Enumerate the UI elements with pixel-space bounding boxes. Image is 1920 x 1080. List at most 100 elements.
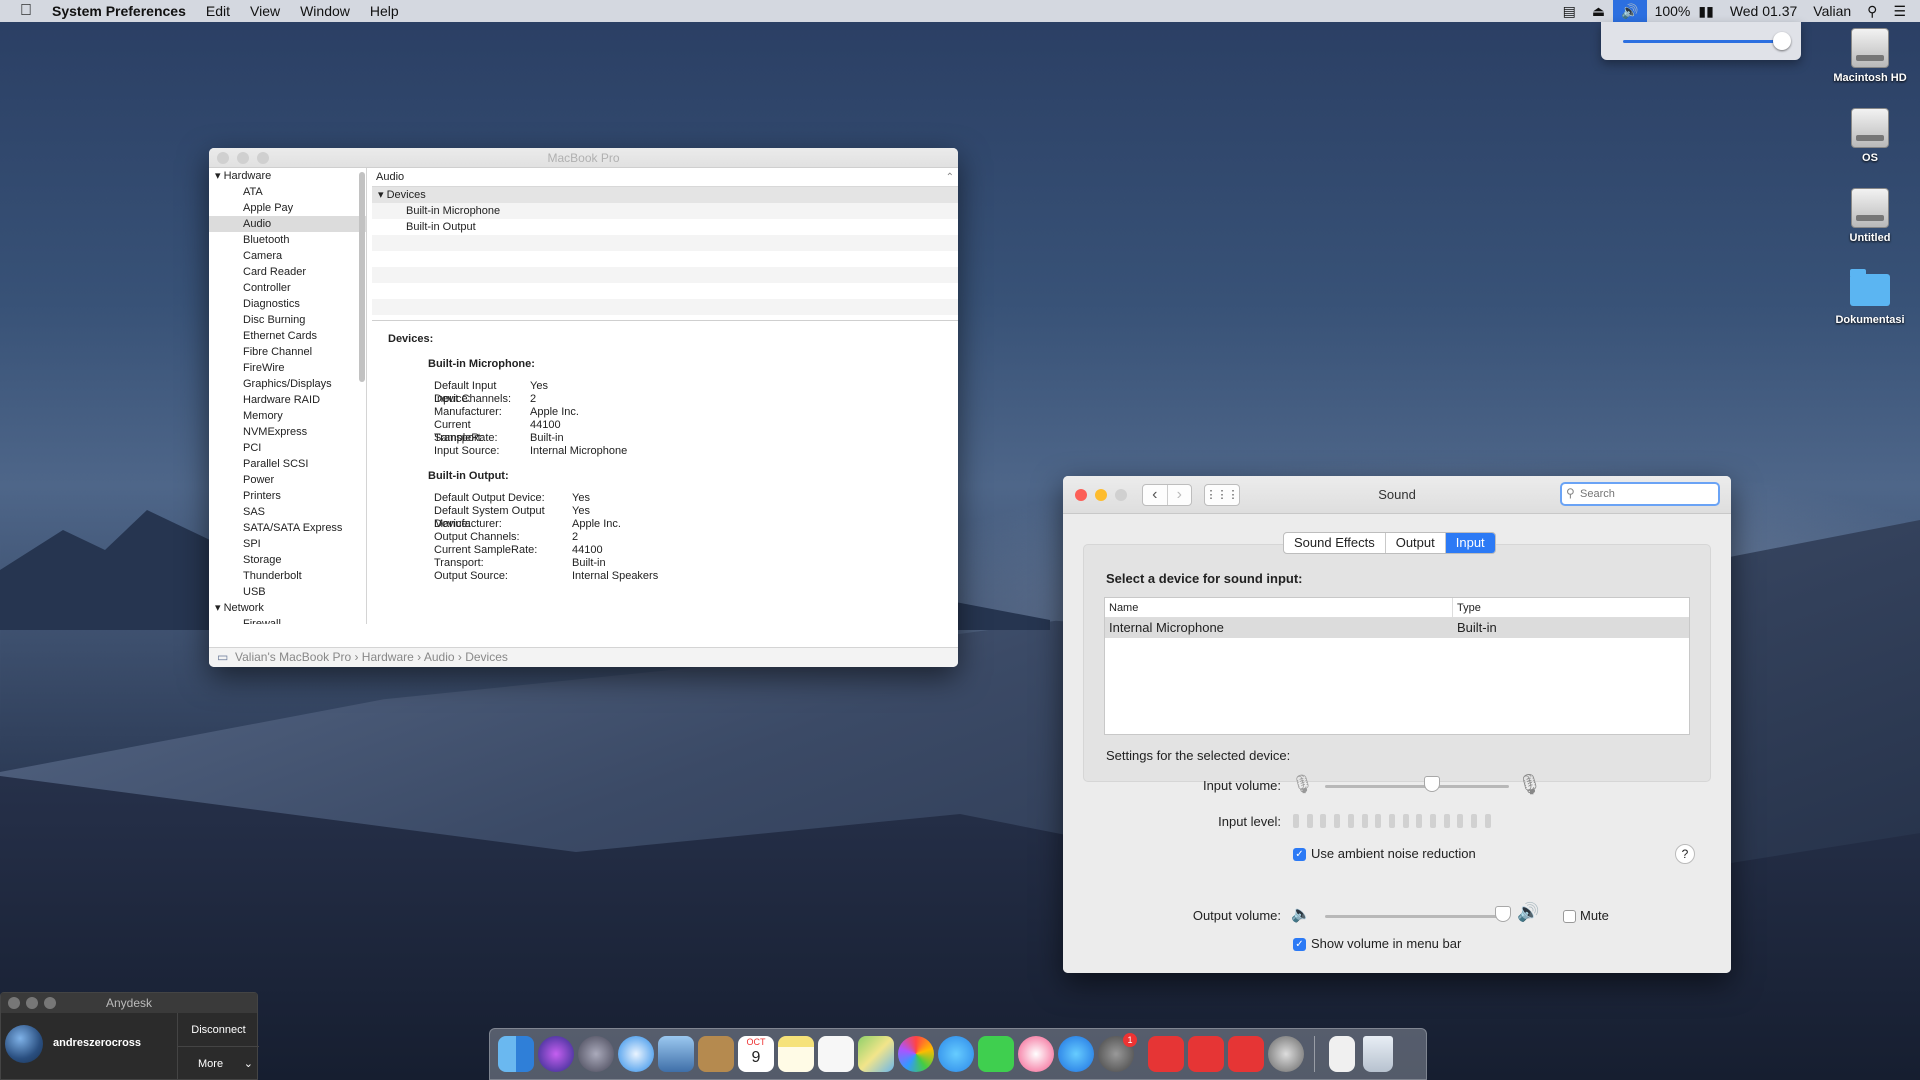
disconnect-button[interactable]: Disconnect [177,1013,259,1047]
column-header-type[interactable]: Type [1453,598,1481,617]
sidebar-item[interactable]: ATA [209,184,366,200]
device-row[interactable]: Built-in Output [372,219,958,235]
sidebar-item[interactable]: SPI [209,536,366,552]
photos-icon[interactable] [898,1036,934,1072]
messages-icon[interactable] [938,1036,974,1072]
notification-center-icon[interactable]: ☰ [1885,0,1920,22]
activity-monitor-icon[interactable]: ▤ [1555,0,1584,22]
desktop-icon-dokumentasi[interactable]: Dokumentasi [1825,269,1915,326]
device-row[interactable]: Built-in Microphone [372,203,958,219]
sidebar-item[interactable]: Controller [209,280,366,296]
menu-edit[interactable]: Edit [196,0,240,22]
volume-icon[interactable]: 🔊 [1613,0,1647,22]
safari-icon[interactable] [618,1036,654,1072]
desktop-icon-macintosh-hd[interactable]: Macintosh HD [1825,28,1915,84]
anydesk-icon[interactable] [1188,1036,1224,1072]
finder-icon[interactable] [498,1036,534,1072]
sidebar-item[interactable]: Diagnostics [209,296,366,312]
zoom-button[interactable] [257,152,269,164]
menu-view[interactable]: View [240,0,290,22]
facetime-icon[interactable] [978,1036,1014,1072]
output-volume-slider[interactable] [1325,915,1509,918]
show-volume-label[interactable]: Show volume in menu bar [1311,936,1461,951]
tab-input[interactable]: Input [1445,533,1495,553]
noise-reduction-checkbox[interactable]: ✓ [1293,848,1306,861]
sidebar-item[interactable]: Hardware RAID [209,392,366,408]
tab-sound-effects[interactable]: Sound Effects [1284,533,1386,553]
show-volume-checkbox[interactable]: ✓ [1293,938,1306,951]
document-icon[interactable] [1329,1036,1355,1072]
system-information-icon[interactable] [1268,1036,1304,1072]
sidebar-item[interactable]: Memory [209,408,366,424]
tab-output[interactable]: Output [1386,533,1446,553]
calendar-icon[interactable]: OCT 9 [738,1036,774,1072]
sidebar-item[interactable]: Bluetooth [209,232,366,248]
input-volume-slider[interactable] [1325,785,1509,788]
sidebar-item[interactable]: USB [209,584,366,600]
device-group-row[interactable]: ▾ Devices [372,187,958,203]
spotlight-icon[interactable]: ⚲ [1859,0,1885,22]
volume-slider-knob[interactable] [1773,32,1791,50]
search-field[interactable]: ⚲ [1560,482,1720,506]
trash-icon[interactable] [1363,1036,1393,1072]
sidebar-item[interactable]: Audio [209,216,366,232]
battery-percent[interactable]: 100% [1647,0,1699,22]
path-segment[interactable]: Valian's MacBook Pro [235,650,351,664]
disclosure-triangle-icon[interactable]: ▾ [215,602,221,614]
desktop-icon-os[interactable]: OS [1825,108,1915,164]
more-button[interactable]: More ⌄ [177,1047,259,1080]
mute-checkbox[interactable] [1563,910,1576,923]
noise-reduction-label[interactable]: Use ambient noise reduction [1311,846,1476,861]
sidebar-item[interactable]: Printers [209,488,366,504]
path-segment[interactable]: Hardware [362,650,414,664]
apple-icon[interactable]:  [0,0,42,22]
system-preferences-icon[interactable]: 1 [1098,1033,1137,1072]
sidebar-item[interactable]: Card Reader [209,264,366,280]
menu-app-name[interactable]: System Preferences [42,0,196,22]
sidebar-item[interactable]: SAS [209,504,366,520]
menu-window[interactable]: Window [290,0,360,22]
notes-icon[interactable] [778,1036,814,1072]
close-button[interactable] [217,152,229,164]
sidebar-item[interactable]: Graphics/Displays [209,376,366,392]
menu-help[interactable]: Help [360,0,409,22]
minimize-button[interactable] [237,152,249,164]
eject-icon[interactable]: ⏏ [1584,0,1613,22]
disclosure-triangle-icon[interactable]: ▾ [215,170,221,182]
sidebar-item[interactable]: FireWire [209,360,366,376]
path-segment[interactable]: Devices [465,650,508,664]
path-segment[interactable]: Audio [424,650,455,664]
sidebar-item[interactable]: SATA/SATA Express [209,520,366,536]
sidebar-item[interactable]: Power [209,472,366,488]
sidebar-item[interactable]: Parallel SCSI [209,456,366,472]
mute-label[interactable]: Mute [1580,908,1609,923]
help-button[interactable]: ? [1675,844,1695,864]
sidebar-item[interactable]: NVMExpress [209,424,366,440]
input-volume-knob[interactable] [1423,776,1440,792]
contacts-icon[interactable] [698,1036,734,1072]
preview-icon[interactable] [658,1036,694,1072]
reminders-icon[interactable] [818,1036,854,1072]
minimize-button[interactable] [26,997,38,1009]
sidebar-item[interactable]: Camera [209,248,366,264]
sidebar-item[interactable]: Firewall [209,616,366,624]
clock[interactable]: Wed 01.37 [1722,0,1805,22]
battery-icon[interactable]: ▮▮ [1698,0,1721,22]
disclosure-triangle-icon[interactable]: ▾ [378,189,384,201]
chevron-up-icon[interactable]: ⌃ [946,168,954,187]
sidebar-item[interactable]: Ethernet Cards [209,328,366,344]
sidebar-item[interactable]: Fibre Channel [209,344,366,360]
anydesk-icon[interactable] [1148,1036,1184,1072]
sidebar-category-network[interactable]: ▾ Network [209,600,366,616]
desktop-icon-untitled[interactable]: Untitled [1825,188,1915,244]
launchpad-icon[interactable] [578,1036,614,1072]
table-row[interactable]: Internal Microphone Built-in [1105,618,1689,638]
output-volume-knob[interactable] [1495,906,1512,922]
sidebar-category-hardware[interactable]: ▾ Hardware [209,168,366,184]
itunes-icon[interactable] [1018,1036,1054,1072]
sidebar-item[interactable]: Storage [209,552,366,568]
column-header-name[interactable]: Name [1105,598,1453,617]
maps-icon[interactable] [858,1036,894,1072]
sidebar-item[interactable]: Thunderbolt [209,568,366,584]
search-input[interactable] [1580,486,1710,502]
